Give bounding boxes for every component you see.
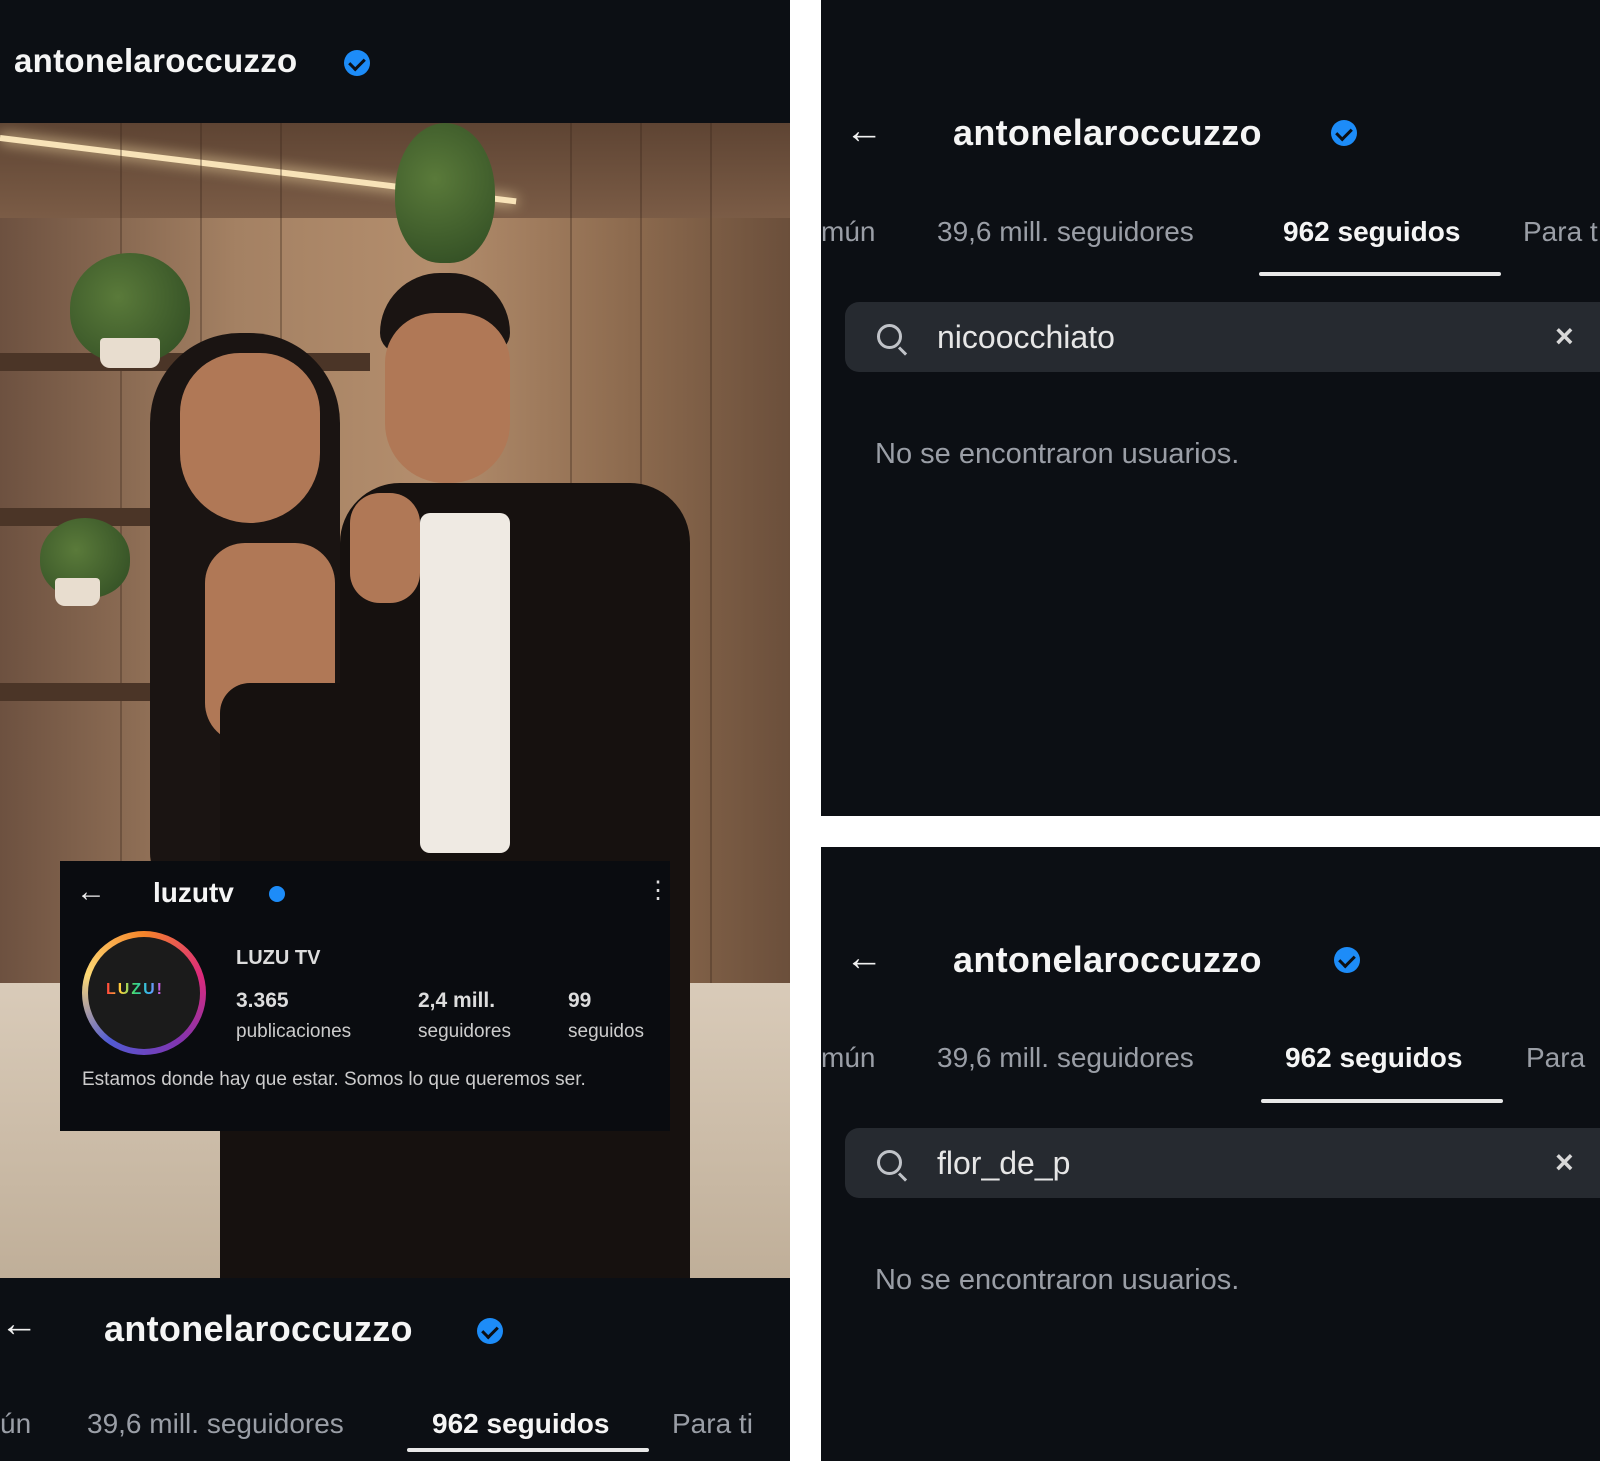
search-icon [877, 324, 902, 349]
followers-label[interactable]: seguidores [418, 1021, 511, 1043]
back-arrow-icon[interactable]: ← [845, 939, 883, 977]
photo-woman-hand [350, 493, 420, 603]
photo-man-tshirt [420, 513, 510, 853]
header-username: antonelaroccuzzo [953, 112, 1262, 153]
following-label[interactable]: seguidos [568, 1021, 644, 1043]
tab-followers[interactable]: 39,6 mill. seguidores [87, 1408, 344, 1440]
active-tab-indicator [407, 1448, 649, 1452]
tab-following[interactable]: 962 seguidos [432, 1408, 609, 1440]
search-input[interactable]: flor_de_p [937, 1145, 1070, 1182]
tab-for-you[interactable]: Para [1526, 1042, 1585, 1074]
tab-for-you[interactable]: Para t [1523, 216, 1598, 248]
posts-count: 3.365 [236, 989, 289, 1012]
posts-label: publicaciones [236, 1021, 352, 1042]
tab-followers[interactable]: 39,6 mill. seguidores [937, 1042, 1194, 1074]
header-username: antonelaroccuzzo [953, 939, 1262, 980]
clear-search-icon[interactable]: × [1555, 318, 1574, 355]
tab-for-you[interactable]: Para ti [672, 1408, 753, 1440]
following-count[interactable]: 99 [568, 989, 591, 1013]
clear-search-icon[interactable]: × [1555, 1144, 1574, 1181]
verified-badge-icon [1334, 947, 1360, 973]
followers-count[interactable]: 2,4 mill. [418, 989, 495, 1013]
search-field[interactable]: flor_de_p × [845, 1128, 1600, 1198]
tab-common[interactable]: ún [0, 1408, 31, 1440]
active-tab-indicator [1261, 1099, 1503, 1103]
verified-badge-icon [344, 50, 370, 76]
following-header-left: ← antonelaroccuzzo ún 39,6 mill. seguido… [0, 1278, 790, 1461]
luzu-logo: LUZU! [106, 981, 164, 998]
back-arrow-icon[interactable]: ← [0, 1305, 38, 1343]
tab-following[interactable]: 962 seguidos [1283, 216, 1460, 248]
photo-shelf [0, 683, 170, 701]
search-input[interactable]: nicoocchiato [937, 319, 1115, 356]
back-arrow-icon[interactable]: ← [845, 112, 883, 150]
verified-badge-icon [269, 886, 285, 902]
tab-following[interactable]: 962 seguidos [1285, 1042, 1462, 1074]
more-options-icon[interactable]: ⋮ [646, 876, 670, 905]
tab-followers[interactable]: 39,6 mill. seguidores [937, 216, 1194, 248]
search-icon [877, 1150, 902, 1175]
photo-woman-face [180, 353, 320, 523]
search-field[interactable]: nicoocchiato × [845, 302, 1600, 372]
no-results-message: No se encontraron usuarios. [875, 438, 1240, 470]
active-tab-indicator [1259, 272, 1501, 276]
left-screenshot-panel: antonelaroccuzzo ← luzutv ⋮ LUZU! LUZU T… [0, 0, 790, 1461]
header-username: antonelaroccuzzo [104, 1308, 413, 1349]
right-bottom-screenshot-panel: ← antonelaroccuzzo mún 39,6 mill. seguid… [821, 847, 1600, 1461]
luzutv-profile-overlay: ← luzutv ⋮ LUZU! LUZU TV 3.365 publicaci… [60, 861, 670, 1131]
luzu-display-name: LUZU TV [236, 947, 321, 969]
tab-common[interactable]: mún [821, 216, 875, 248]
back-arrow-icon[interactable]: ← [76, 875, 106, 909]
no-results-message: No se encontraron usuarios. [875, 1264, 1240, 1296]
verified-badge-icon [477, 1318, 503, 1344]
photo-plant [395, 123, 495, 263]
luzu-bio: Estamos donde hay que estar. Somos lo qu… [82, 1069, 586, 1090]
profile-username: antonelaroccuzzo [14, 42, 298, 79]
luzu-username: luzutv [153, 877, 234, 908]
tab-common[interactable]: mún [821, 1042, 875, 1074]
right-top-screenshot-panel: ← antonelaroccuzzo mún 39,6 mill. seguid… [821, 0, 1600, 816]
photo-man-face [385, 313, 510, 483]
verified-badge-icon [1331, 120, 1357, 146]
luzu-avatar[interactable]: LUZU! [82, 931, 206, 1055]
